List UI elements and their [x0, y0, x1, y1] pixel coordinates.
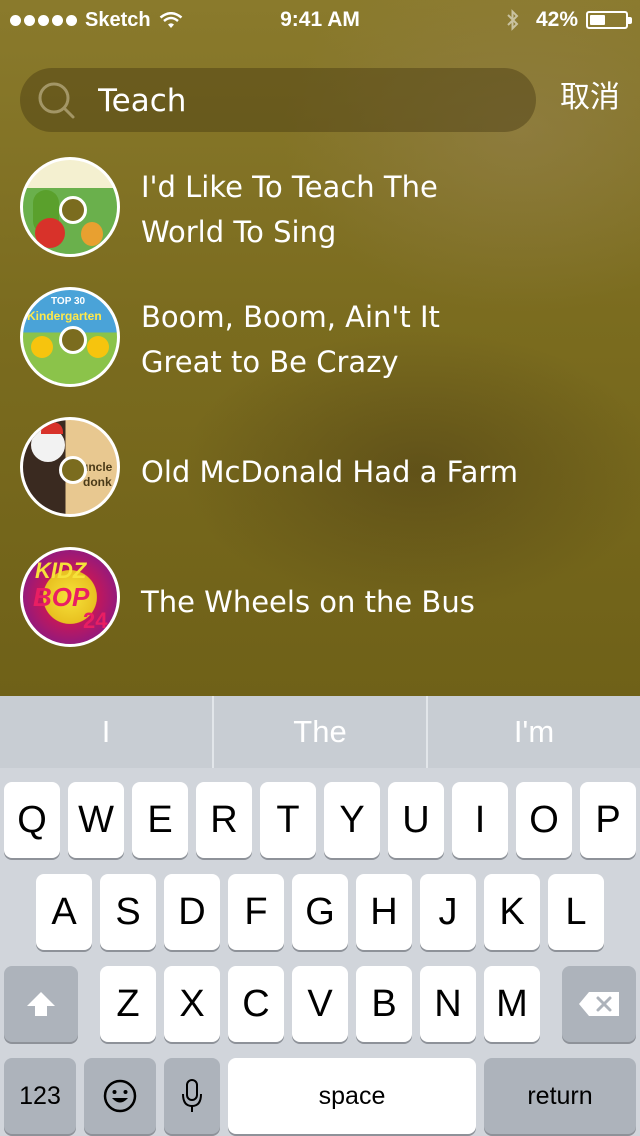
status-right-group: 42%: [506, 8, 632, 32]
result-row[interactable]: uncle donk Old McDonald Had a Farm: [0, 410, 640, 550]
key-u[interactable]: U: [388, 782, 444, 858]
key-a[interactable]: A: [36, 874, 92, 950]
song-title: Boom, Boom, Ain't It Great to Be Crazy: [141, 300, 440, 379]
key-c[interactable]: C: [228, 966, 284, 1042]
key-w[interactable]: W: [68, 782, 124, 858]
key-m[interactable]: M: [484, 966, 540, 1042]
album-art-veggietales: [20, 157, 120, 257]
key-e[interactable]: E: [132, 782, 188, 858]
status-bar: Sketch 9:41 AM 42%: [0, 0, 640, 40]
key-t[interactable]: T: [260, 782, 316, 858]
key-r[interactable]: R: [196, 782, 252, 858]
key-k[interactable]: K: [484, 874, 540, 950]
key-y[interactable]: Y: [324, 782, 380, 858]
result-row[interactable]: I'd Like To Teach The World To Sing: [0, 150, 640, 290]
key-z[interactable]: Z: [100, 966, 156, 1042]
backspace-icon: [579, 992, 619, 1016]
suggestion-item[interactable]: The: [214, 696, 426, 768]
space-key[interactable]: space: [228, 1058, 476, 1134]
bluetooth-icon: [507, 9, 519, 31]
song-title: I'd Like To Teach The World To Sing: [141, 170, 438, 249]
album-art-uncle-donkey: uncle donk: [20, 417, 120, 517]
key-f[interactable]: F: [228, 874, 284, 950]
key-j[interactable]: J: [420, 874, 476, 950]
key-s[interactable]: S: [100, 874, 156, 950]
key-b[interactable]: B: [356, 966, 412, 1042]
music-search-screen: Sketch 9:41 AM 42% 取消: [0, 0, 640, 1136]
result-row[interactable]: TOP 30 Kindergarten Boom, Boom, Ain't It…: [0, 280, 640, 420]
key-n[interactable]: N: [420, 966, 476, 1042]
key-x[interactable]: X: [164, 966, 220, 1042]
battery-icon: [586, 11, 632, 29]
search-bar[interactable]: [20, 68, 536, 134]
key-i[interactable]: I: [452, 782, 508, 858]
key-v[interactable]: V: [292, 966, 348, 1042]
microphone-icon: [182, 1079, 202, 1112]
key-o[interactable]: O: [516, 782, 572, 858]
key-d[interactable]: D: [164, 874, 220, 950]
suggestion-item[interactable]: I'm: [428, 696, 640, 768]
battery-percent: 42%: [535, 8, 578, 31]
keyboard: I The I'm Q W E R T Y U I O P A S D F G …: [0, 696, 640, 1136]
key-l[interactable]: L: [548, 874, 604, 950]
cancel-button[interactable]: 取消: [560, 78, 620, 118]
shift-key[interactable]: [4, 966, 78, 1042]
shift-icon: [27, 992, 55, 1016]
search-input[interactable]: [96, 68, 520, 134]
suggestion-bar: I The I'm: [0, 696, 640, 768]
key-g[interactable]: G: [292, 874, 348, 950]
search-icon: [38, 82, 75, 119]
suggestion-item[interactable]: I: [0, 696, 212, 768]
key-h[interactable]: H: [356, 874, 412, 950]
return-key[interactable]: return: [484, 1058, 636, 1134]
result-row[interactable]: KIDZ BOP 24 The Wheels on the Bus: [0, 540, 640, 680]
numbers-key[interactable]: 123: [4, 1058, 76, 1134]
delete-key[interactable]: [562, 966, 636, 1042]
key-q[interactable]: Q: [4, 782, 60, 858]
key-p[interactable]: P: [580, 782, 636, 858]
song-title: Old McDonald Had a Farm: [141, 455, 519, 489]
album-art-kindergarten: TOP 30 Kindergarten: [20, 287, 120, 387]
emoji-key[interactable]: [84, 1058, 156, 1134]
emoji-icon: [103, 1079, 137, 1113]
dictation-key[interactable]: [164, 1058, 220, 1134]
album-art-kidz-bop: KIDZ BOP 24: [20, 547, 120, 647]
song-title: The Wheels on the Bus: [141, 585, 475, 619]
